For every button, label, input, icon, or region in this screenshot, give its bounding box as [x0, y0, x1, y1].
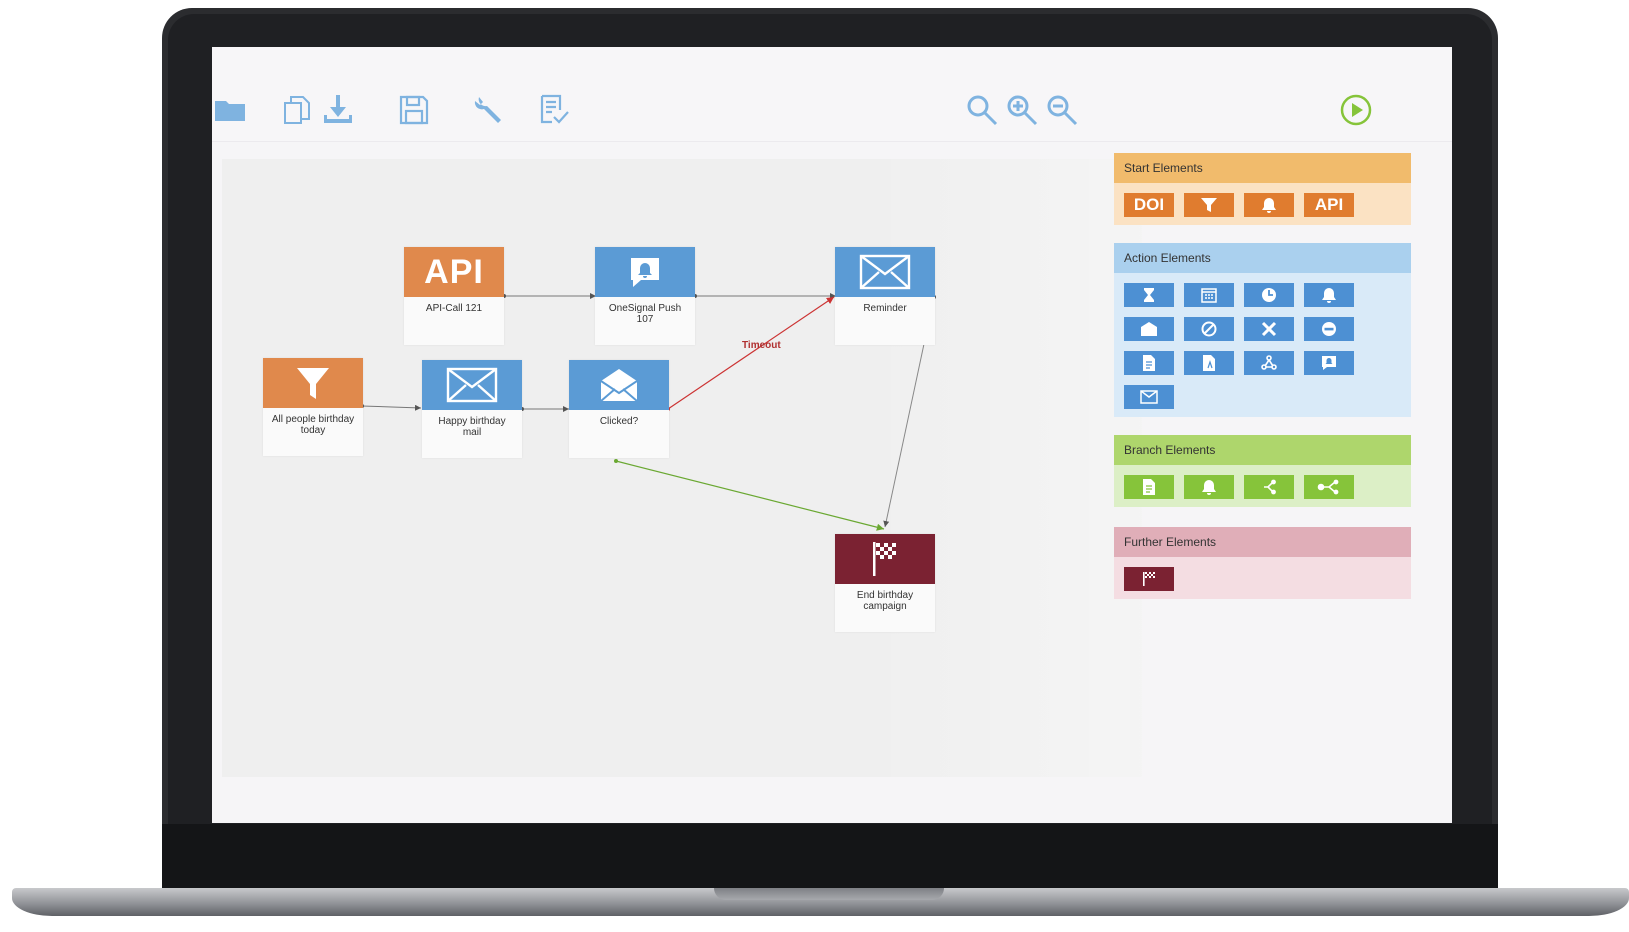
envelope-icon: [1140, 390, 1158, 404]
palette-branch-ab-button[interactable]: [1304, 475, 1354, 499]
node-label: OneSignal Push 107: [608, 303, 682, 325]
laptop-bezel-bottom: [162, 824, 1498, 888]
bell-icon: [1322, 288, 1336, 303]
node-label: API-Call 121: [425, 303, 483, 314]
bell-icon: [1262, 198, 1276, 213]
panel-title: Branch Elements: [1114, 435, 1411, 465]
palette-branch-document-button[interactable]: [1124, 475, 1174, 499]
palette-branch-bell-button[interactable]: [1184, 475, 1234, 499]
node-label: End birthday campaign: [856, 590, 914, 612]
palette-push-button[interactable]: [1304, 283, 1354, 307]
node-clicked[interactable]: Clicked?: [569, 360, 669, 458]
palette-doi-button[interactable]: DOI: [1124, 193, 1174, 217]
hourglass-icon: [1144, 288, 1154, 302]
api-node-head: API: [424, 252, 484, 291]
node-birthday-mail[interactable]: Happy birthday mail: [422, 360, 522, 458]
palette-push-message-button[interactable]: [1304, 351, 1354, 375]
node-end[interactable]: End birthday campaign: [835, 534, 935, 632]
folder-icon[interactable]: [212, 92, 248, 128]
workflow-canvas[interactable]: Timeout API API-Call 121 OneSignal Push …: [222, 159, 1142, 777]
copy-icon[interactable]: [280, 92, 316, 128]
minus-circle-icon: [1322, 322, 1336, 336]
block-icon: [1201, 321, 1217, 337]
envelope-icon: [835, 247, 935, 297]
envelope-icon: [422, 360, 522, 410]
funnel-icon: [263, 358, 363, 408]
close-icon: [1261, 321, 1277, 337]
save-icon[interactable]: [396, 92, 432, 128]
node-label: All people birthday today: [271, 414, 355, 436]
split-icon: [1264, 479, 1276, 495]
app-screen: Timeout API API-Call 121 OneSignal Push …: [212, 47, 1452, 823]
palette-field-button[interactable]: [1184, 351, 1234, 375]
bell-icon: [1202, 480, 1216, 495]
palette-time-button[interactable]: [1244, 283, 1294, 307]
palette-remove-button[interactable]: [1244, 317, 1294, 341]
ab-split-icon: [1317, 479, 1339, 495]
panel-title: Action Elements: [1114, 243, 1411, 273]
laptop-notch: [714, 888, 944, 900]
palette-webhook-button[interactable]: [1244, 351, 1294, 375]
push-bubble-icon: [1322, 356, 1336, 370]
node-filter[interactable]: All people birthday today: [263, 358, 363, 456]
finish-flag-icon: [835, 534, 935, 584]
document-icon: [1143, 479, 1155, 495]
download-icon[interactable]: [320, 92, 356, 128]
panel-start-elements: Start Elements DOI API: [1114, 153, 1411, 225]
palette-block-button[interactable]: [1184, 317, 1234, 341]
node-onesignal-push[interactable]: OneSignal Push 107: [595, 247, 695, 345]
panel-title: Start Elements: [1114, 153, 1411, 183]
toolbar: [212, 47, 1452, 142]
node-api-call[interactable]: API API-Call 121: [404, 247, 504, 345]
play-icon[interactable]: [1338, 92, 1374, 128]
palette-end-button[interactable]: [1124, 567, 1174, 591]
palette-api-button[interactable]: API: [1304, 193, 1354, 217]
palette-document-button[interactable]: [1124, 351, 1174, 375]
finish-flag-icon: [1143, 572, 1155, 586]
palette-date-button[interactable]: [1184, 283, 1234, 307]
panel-title: Further Elements: [1114, 527, 1411, 557]
panel-further-elements: Further Elements: [1114, 527, 1411, 599]
panel-action-elements: Action Elements: [1114, 243, 1411, 417]
node-label: Reminder: [863, 303, 907, 314]
funnel-icon: [1201, 198, 1217, 212]
palette-branch-split-button[interactable]: [1244, 475, 1294, 499]
node-label: Clicked?: [599, 416, 639, 427]
search-icon[interactable]: [964, 92, 1000, 128]
panel-branch-elements: Branch Elements: [1114, 435, 1411, 507]
node-label: Happy birthday mail: [438, 416, 506, 438]
palette-filter-button[interactable]: [1184, 193, 1234, 217]
form-document-icon: [1203, 355, 1215, 371]
checklist-icon[interactable]: [536, 92, 572, 128]
node-reminder[interactable]: Reminder: [835, 247, 935, 345]
palette-open-mail-button[interactable]: [1124, 317, 1174, 341]
calendar-icon: [1201, 288, 1217, 303]
palette-email-button[interactable]: [1124, 385, 1174, 409]
wrench-icon[interactable]: [470, 92, 506, 128]
edge-label-timeout: Timeout: [742, 340, 781, 351]
webhook-icon: [1261, 355, 1277, 370]
zoom-in-icon[interactable]: [1004, 92, 1040, 128]
document-icon: [1143, 355, 1155, 371]
palette-unsubscribe-button[interactable]: [1304, 317, 1354, 341]
open-envelope-icon: [1141, 322, 1157, 336]
zoom-out-icon[interactable]: [1044, 92, 1080, 128]
clock-icon: [1262, 288, 1276, 302]
push-bubble-icon: [595, 247, 695, 297]
palette-wait-button[interactable]: [1124, 283, 1174, 307]
open-envelope-icon: [569, 360, 669, 410]
palette-bell-button[interactable]: [1244, 193, 1294, 217]
